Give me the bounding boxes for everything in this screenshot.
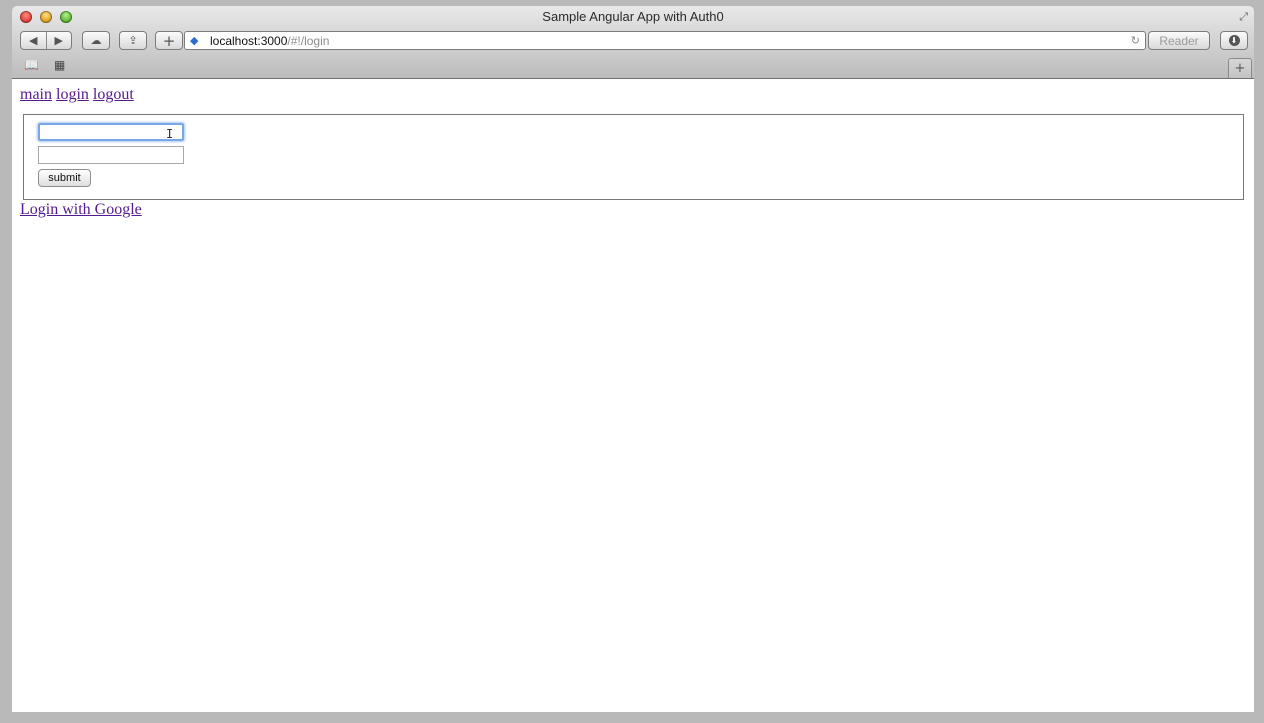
- icloud-tabs-button[interactable]: ☁: [82, 31, 110, 50]
- reload-icon[interactable]: ↻: [1131, 34, 1140, 47]
- address-bar[interactable]: ◆ localhost:3000/#!/login ↻: [184, 31, 1146, 50]
- plus-icon: +: [1234, 61, 1246, 76]
- nav-links: main login logout: [20, 86, 134, 104]
- top-sites-grid-icon[interactable]: ▦: [54, 58, 65, 72]
- username-input[interactable]: [38, 123, 184, 141]
- reader-button[interactable]: Reader: [1148, 31, 1210, 50]
- nav-link-main[interactable]: main: [20, 86, 52, 103]
- add-bookmark-button[interactable]: +: [155, 31, 183, 50]
- url-text: localhost:3000/#!/login: [210, 34, 329, 48]
- back-forward-buttons: ◀ ▶: [20, 31, 72, 50]
- fullscreen-icon[interactable]: ⤢: [1239, 10, 1248, 24]
- nav-link-login[interactable]: login: [56, 86, 89, 103]
- page-content: main login logout submit I Login with Go…: [12, 79, 1254, 712]
- cloud-icon: ☁: [90, 34, 102, 47]
- password-input[interactable]: [38, 146, 184, 164]
- url-path: /#!/login: [287, 34, 330, 48]
- title-bar: Sample Angular App with Auth0 ⤢ ◀ ▶ ☁ ⇪ …: [12, 6, 1254, 79]
- downloads-button[interactable]: ⬇: [1220, 31, 1248, 50]
- login-form: submit: [23, 114, 1244, 200]
- plus-icon: +: [162, 31, 176, 50]
- site-favicon-icon: ◆: [190, 34, 199, 47]
- share-button[interactable]: ⇪: [119, 31, 147, 50]
- login-with-google-link[interactable]: Login with Google: [20, 201, 142, 219]
- download-icon: ⬇: [1228, 35, 1240, 46]
- window-title: Sample Angular App with Auth0: [542, 9, 724, 24]
- share-icon: ⇪: [128, 34, 138, 47]
- text-cursor-icon: I: [166, 127, 174, 141]
- new-tab-button[interactable]: +: [1228, 58, 1252, 78]
- url-host: localhost:3000: [210, 34, 288, 48]
- browser-window: Sample Angular App with Auth0 ⤢ ◀ ▶ ☁ ⇪ …: [0, 0, 1264, 723]
- submit-button[interactable]: submit: [38, 169, 91, 187]
- book-icon[interactable]: 📖: [24, 58, 39, 72]
- back-arrow-icon[interactable]: ◀: [21, 34, 46, 47]
- nav-link-logout[interactable]: logout: [93, 86, 134, 103]
- forward-arrow-icon[interactable]: ▶: [47, 34, 72, 47]
